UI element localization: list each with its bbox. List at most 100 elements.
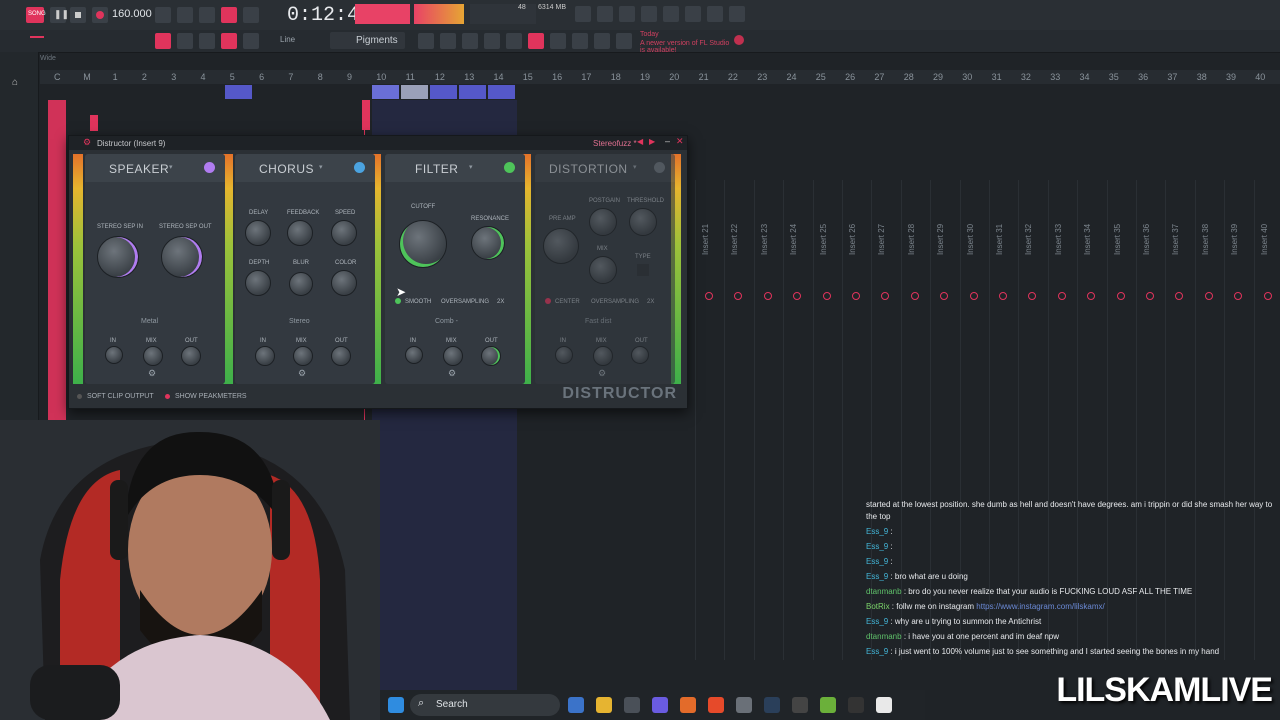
- wifi-app-icon[interactable]: [792, 697, 808, 713]
- chorus-power-icon[interactable]: [354, 162, 365, 173]
- insert-mute-icon[interactable]: [852, 292, 860, 300]
- filter-power-icon[interactable]: [504, 162, 515, 173]
- mixer-insert-strip[interactable]: [724, 180, 753, 660]
- insert-mute-icon[interactable]: [1204, 292, 1213, 300]
- insert-mute-icon[interactable]: [969, 292, 978, 300]
- delay-knob[interactable]: [245, 220, 271, 246]
- preset-name[interactable]: Stereofuzz *: [593, 139, 637, 148]
- download-button[interactable]: [729, 6, 745, 22]
- insert-mute-icon[interactable]: [793, 292, 802, 300]
- insert-mute-icon[interactable]: [940, 292, 949, 300]
- type-selector[interactable]: [637, 264, 649, 276]
- mixer-insert-strip[interactable]: [783, 180, 812, 660]
- settings-icon[interactable]: ⚙: [598, 368, 606, 379]
- chat-username[interactable]: Ess_9: [866, 542, 888, 551]
- news-close-icon[interactable]: [734, 35, 744, 45]
- taskbar-search[interactable]: ⌕ Search: [410, 694, 560, 716]
- delete-button[interactable]: [243, 33, 259, 49]
- brave-icon[interactable]: [708, 697, 724, 713]
- playlist-clip[interactable]: [488, 85, 515, 99]
- chat-username[interactable]: Ess_9: [866, 527, 888, 536]
- pre-amp-knob[interactable]: [543, 228, 579, 264]
- oversampling-value[interactable]: 2x: [497, 299, 504, 305]
- news-icon-button[interactable]: [616, 33, 632, 49]
- pencil-icon[interactable]: [30, 36, 44, 38]
- insert-mute-icon[interactable]: [1234, 292, 1243, 300]
- settings-icon[interactable]: ⚙: [148, 368, 156, 379]
- chat-button[interactable]: [707, 6, 723, 22]
- speaker-header[interactable]: SPEAKER ▾: [85, 154, 225, 182]
- pattern-selector[interactable]: Pigments: [330, 32, 405, 49]
- chevron-down-icon[interactable]: ▾: [319, 163, 323, 171]
- plugin-db-button[interactable]: [685, 6, 701, 22]
- mixer-insert-strip[interactable]: [812, 180, 842, 660]
- paint-button[interactable]: [221, 33, 237, 49]
- filter-in-knob[interactable]: [405, 346, 423, 364]
- mic-button[interactable]: [619, 6, 635, 22]
- insert-mute-icon[interactable]: [1116, 292, 1125, 300]
- show-peak-toggle-icon[interactable]: [165, 394, 170, 399]
- playlist-clip[interactable]: [459, 85, 486, 99]
- tempo-tap-button[interactable]: [572, 33, 588, 49]
- timeline-ruler[interactable]: C M 1 2 3 4 5 6 7 8 9 10 11 12 13 14 15 16 17 18 19 20 21 22 23 2…: [40, 70, 1280, 84]
- copilot-icon[interactable]: [568, 697, 584, 713]
- metronome-button[interactable]: [155, 7, 171, 23]
- playlist-button[interactable]: [155, 33, 171, 49]
- soft-clip-toggle-icon[interactable]: [77, 394, 82, 399]
- chevron-down-icon[interactable]: ▾: [633, 163, 637, 171]
- insert-mute-icon[interactable]: [822, 292, 831, 300]
- postgain-knob[interactable]: [589, 208, 617, 236]
- dist-out-knob[interactable]: [631, 346, 649, 364]
- start-icon[interactable]: [388, 697, 404, 713]
- dist-mix-knob[interactable]: [589, 256, 617, 284]
- insert-mute-icon[interactable]: [1087, 292, 1096, 300]
- file-explorer-icon[interactable]: [596, 697, 612, 713]
- draw-button[interactable]: [199, 33, 215, 49]
- filter-mix-knob[interactable]: [443, 346, 463, 366]
- insert-mute-icon[interactable]: [1028, 292, 1037, 300]
- speed-knob[interactable]: [331, 220, 357, 246]
- speaker-in-knob[interactable]: [105, 346, 123, 364]
- pattern-block[interactable]: [90, 115, 98, 131]
- mixer-button[interactable]: [440, 33, 456, 49]
- insert-mute-icon[interactable]: [910, 292, 919, 300]
- playlist-clip[interactable]: [430, 85, 457, 99]
- chat-username[interactable]: Ess_9: [866, 557, 888, 566]
- blend-button[interactable]: [243, 7, 259, 23]
- resonance-knob[interactable]: [471, 226, 505, 260]
- preset-next-icon[interactable]: ▶: [649, 137, 655, 146]
- filter-mode[interactable]: Comb -: [435, 318, 458, 325]
- cutoff-knob[interactable]: [399, 220, 447, 268]
- steam-icon[interactable]: [764, 697, 780, 713]
- wait-button[interactable]: [221, 7, 237, 23]
- countdown-button[interactable]: [199, 7, 215, 23]
- feedback-knob[interactable]: [287, 220, 313, 246]
- minimize-icon[interactable]: –: [665, 136, 670, 146]
- insert-mute-icon[interactable]: [734, 292, 743, 300]
- song-mode-button[interactable]: SONG: [26, 7, 46, 23]
- chat-username[interactable]: Ess_9: [866, 617, 888, 626]
- insert-mute-icon[interactable]: [1175, 292, 1184, 300]
- plugin-gear-icon[interactable]: ⚙: [83, 137, 91, 148]
- chat-username[interactable]: Ess_9: [866, 647, 888, 656]
- plugin-picker-button[interactable]: [506, 33, 522, 49]
- store-icon[interactable]: [624, 697, 640, 713]
- arrow-button[interactable]: [177, 33, 193, 49]
- settings-icon[interactable]: ⚙: [448, 368, 456, 379]
- chorus-in-knob[interactable]: [255, 346, 275, 366]
- chorus-out-knob[interactable]: [331, 346, 351, 366]
- insert-mute-icon[interactable]: [999, 292, 1007, 300]
- loop-record-button[interactable]: [177, 7, 193, 23]
- color-knob[interactable]: [331, 270, 357, 296]
- settings-icon[interactable]: ⚙: [298, 368, 306, 379]
- chat-username[interactable]: dtanmanb: [866, 632, 902, 641]
- chat-username[interactable]: dtanmanb: [866, 587, 902, 596]
- speaker-power-icon[interactable]: [204, 162, 215, 173]
- browser-icon[interactable]: ⌂: [12, 77, 18, 88]
- channel-rack-button[interactable]: [418, 33, 434, 49]
- piano-roll-button[interactable]: [462, 33, 478, 49]
- threshold-knob[interactable]: [629, 208, 657, 236]
- distortion-power-icon[interactable]: [654, 162, 665, 173]
- speaker-mix-knob[interactable]: [143, 346, 163, 366]
- insert-mute-icon[interactable]: [763, 292, 772, 300]
